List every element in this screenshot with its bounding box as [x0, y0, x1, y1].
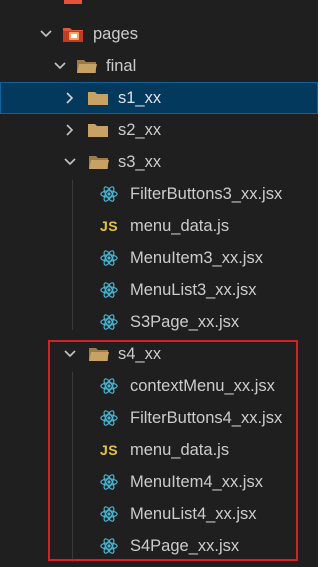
tree-item-filterbuttons3[interactable]: FilterButtons3_xx.jsx: [0, 178, 318, 210]
tree-item-s4page[interactable]: S4Page_xx.jsx: [0, 530, 318, 562]
tree-item-label: MenuList3_xx.jsx: [130, 280, 257, 299]
tree-item-menu-data-js[interactable]: JS menu_data.js: [0, 210, 318, 242]
chevron-down-icon[interactable]: [62, 346, 78, 362]
tree-item-label: FilterButtons4_xx.jsx: [130, 408, 283, 427]
tree-item-menulist3[interactable]: MenuList3_xx.jsx: [0, 274, 318, 306]
tree-item-label: s2_xx: [118, 120, 162, 139]
tree-item-menu-data-js[interactable]: JS menu_data.js: [0, 434, 318, 466]
folder-open-icon: [77, 60, 97, 73]
tree-item-label: s1_xx: [118, 88, 162, 107]
tree-item-label: S3Page_xx.jsx: [130, 312, 240, 331]
react-icon: [100, 538, 118, 554]
react-icon: [100, 410, 118, 426]
chevron-right-icon[interactable]: [62, 122, 78, 138]
tree-item-label: menu_data.js: [130, 440, 230, 459]
tree-item-label: MenuItem4_xx.jsx: [130, 472, 263, 491]
tree-item-label: S4Page_xx.jsx: [130, 536, 240, 555]
tree-item-label: menu_data.js: [130, 216, 230, 235]
react-icon: [100, 474, 118, 490]
tree-item-menuitem3[interactable]: MenuItem3_xx.jsx: [0, 242, 318, 274]
special-folder-icon: [63, 28, 83, 42]
tree-item-contextmenu[interactable]: contextMenu_xx.jsx: [0, 370, 318, 402]
tree-item-s4-xx[interactable]: s4_xx: [0, 338, 318, 370]
react-icon: [100, 378, 118, 394]
folder-open-icon: [89, 348, 109, 361]
chevron-down-icon[interactable]: [52, 58, 68, 74]
file-tree: pages final s1_xx s2_xx s3_xx FilterButt…: [0, 0, 318, 562]
tree-item-label: MenuList4_xx.jsx: [130, 504, 257, 523]
folder-icon: [88, 124, 108, 137]
chevron-down-icon[interactable]: [62, 154, 78, 170]
javascript-icon: JS: [100, 442, 119, 458]
react-icon: [100, 186, 118, 202]
file-explorer-panel: pages final s1_xx s2_xx s3_xx FilterButt…: [0, 0, 318, 567]
react-icon: [100, 506, 118, 522]
tree-item-menuitem4[interactable]: MenuItem4_xx.jsx: [0, 466, 318, 498]
tree-item-label: s3_xx: [118, 152, 162, 171]
tree-item-s3page[interactable]: S3Page_xx.jsx: [0, 306, 318, 338]
tree-row-cutoff: [0, 0, 318, 4]
chevron-down-icon[interactable]: [38, 26, 54, 42]
react-icon: [100, 282, 118, 298]
tree-item-label: MenuItem3_xx.jsx: [130, 248, 263, 267]
tree-item-filterbuttons4[interactable]: FilterButtons4_xx.jsx: [0, 402, 318, 434]
folder-icon: [88, 92, 108, 105]
tree-item-pages[interactable]: pages: [0, 18, 318, 50]
tree-item-label: pages: [93, 24, 138, 43]
tree-item-label: contextMenu_xx.jsx: [130, 376, 275, 395]
tree-item-s2-xx[interactable]: s2_xx: [0, 114, 318, 146]
tree-item-menulist4[interactable]: MenuList4_xx.jsx: [0, 498, 318, 530]
chevron-right-icon[interactable]: [62, 90, 78, 106]
tree-item-label: s4_xx: [118, 344, 162, 363]
tree-item-final[interactable]: final: [0, 50, 318, 82]
tree-item-s3-xx[interactable]: s3_xx: [0, 146, 318, 178]
react-icon: [100, 250, 118, 266]
tree-item-s1-xx[interactable]: s1_xx: [0, 82, 318, 114]
react-icon: [100, 314, 118, 330]
tree-item-label: final: [106, 56, 137, 75]
javascript-icon: JS: [100, 218, 119, 234]
folder-icon: [64, 0, 82, 4]
folder-open-icon: [89, 156, 109, 169]
tree-item-label: FilterButtons3_xx.jsx: [130, 184, 283, 203]
